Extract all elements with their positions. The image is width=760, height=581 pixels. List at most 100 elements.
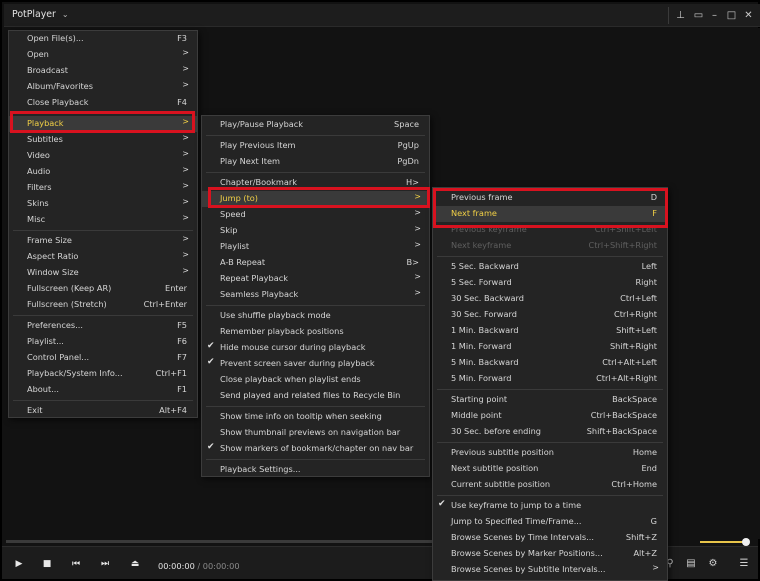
menu-item-shortcut: Right xyxy=(635,277,657,287)
menu-item-browse-scenes-by-marker-positions[interactable]: Browse Scenes by Marker Positions... Alt+… xyxy=(433,546,667,562)
menu-item-5-sec-backward[interactable]: 5 Sec. Backward Left xyxy=(433,259,667,275)
menu-item-exit[interactable]: Exit Alt+F4 xyxy=(9,403,197,419)
menu-item-broadcast[interactable]: Broadcast > xyxy=(9,63,197,79)
menu-item-close-playback-when-playlist-ends[interactable]: Close playback when playlist ends xyxy=(202,372,429,388)
gear-icon[interactable]: ⚙ xyxy=(706,557,720,571)
menu-item-playlist[interactable]: Playlist > xyxy=(202,239,429,255)
close-icon[interactable]: ✕ xyxy=(740,7,757,24)
menu-item-audio[interactable]: Audio > xyxy=(9,164,197,180)
menu-item-5-min-backward[interactable]: 5 Min. Backward Ctrl+Alt+Left xyxy=(433,355,667,371)
menu-item-30-sec-backward[interactable]: 30 Sec. Backward Ctrl+Left xyxy=(433,291,667,307)
maximize-icon[interactable]: □ xyxy=(723,7,740,24)
context-menu-main: Open File(s)... F3 Open > Broadcast > Album/Fa… xyxy=(8,30,198,418)
menu-item-skins[interactable]: Skins > xyxy=(9,196,197,212)
menu-item-album-favorites[interactable]: Album/Favorites > xyxy=(9,79,197,95)
submenu-arrow-icon: > xyxy=(414,272,421,281)
menu-item-playback[interactable]: Playback > xyxy=(9,116,197,132)
menu-item-open[interactable]: Open > xyxy=(9,47,197,63)
title-bar[interactable]: PotPlayer ⌄ ⊥ ▭ – □ ✕ xyxy=(4,4,760,27)
menu-item-prevent-screen-saver-during-playback[interactable]: ✔ Prevent screen saver during playback xyxy=(202,356,429,372)
menu-item-hide-mouse-cursor-during-playback[interactable]: ✔ Hide mouse cursor during playback xyxy=(202,340,429,356)
menu-item-middle-point[interactable]: Middle point Ctrl+BackSpace xyxy=(433,408,667,424)
menu-item-seamless-playback[interactable]: Seamless Playback > xyxy=(202,287,429,303)
menu-item-1-min-backward[interactable]: 1 Min. Backward Shift+Left xyxy=(433,323,667,339)
menu-item-playback-settings[interactable]: Playback Settings... xyxy=(202,462,429,478)
menu-item-window-size[interactable]: Window Size > xyxy=(9,265,197,281)
menu-item-speed[interactable]: Speed > xyxy=(202,207,429,223)
app-menu-button[interactable]: PotPlayer ⌄ xyxy=(12,9,69,20)
menu-item-subtitles[interactable]: Subtitles > xyxy=(9,132,197,148)
menu-separator xyxy=(206,406,425,407)
menu-item-frame-size[interactable]: Frame Size > xyxy=(9,233,197,249)
volume-knob[interactable] xyxy=(742,538,750,546)
menu-item-play-pause-playback[interactable]: Play/Pause Playback Space xyxy=(202,117,429,133)
menu-item-browse-scenes-by-subtitle-intervals[interactable]: Browse Scenes by Subtitle Intervals... > xyxy=(433,562,667,578)
minimize-icon[interactable]: – xyxy=(706,7,723,24)
menu-item-30-sec-before-ending[interactable]: 30 Sec. before ending Shift+BackSpace xyxy=(433,424,667,440)
menu-item-show-markers-of-bookmark-chapter-on-nav-bar[interactable]: ✔ Show markers of bookmark/chapter on nav… xyxy=(202,441,429,457)
stop-button[interactable]: ■ xyxy=(38,555,56,573)
menu-item-play-previous-item[interactable]: Play Previous Item PgUp xyxy=(202,138,429,154)
menu-item-previous-subtitle-position[interactable]: Previous subtitle position Home xyxy=(433,445,667,461)
menu-item-label: Chapter/Bookmark xyxy=(220,177,297,187)
menu-item-preferences[interactable]: Preferences... F5 xyxy=(9,318,197,334)
menu-item-label: Frame Size xyxy=(27,235,72,245)
menu-item-about[interactable]: About... F1 xyxy=(9,382,197,398)
playlist-icon[interactable]: ☰ xyxy=(737,557,751,571)
subtitle-icon[interactable]: ▤ xyxy=(684,557,698,571)
menu-item-show-thumbnail-previews-on-navigation-bar[interactable]: Show thumbnail previews on navigation ba… xyxy=(202,425,429,441)
menu-item-video[interactable]: Video > xyxy=(9,148,197,164)
menu-item-next-subtitle-position[interactable]: Next subtitle position End xyxy=(433,461,667,477)
menu-item-use-keyframe-to-jump-to-a-time[interactable]: ✔ Use keyframe to jump to a time xyxy=(433,498,667,514)
menu-item-fullscreen-keep-ar[interactable]: Fullscreen (Keep AR) Enter xyxy=(9,281,197,297)
menu-item-show-time-info-on-tooltip-when-seeking[interactable]: Show time info on tooltip when seeking xyxy=(202,409,429,425)
menu-item-shortcut: Ctrl+F1 xyxy=(155,368,187,378)
menu-item-playback-system-info[interactable]: Playback/System Info... Ctrl+F1 xyxy=(9,366,197,382)
volume-slider[interactable] xyxy=(700,541,746,543)
menu-item-label: 1 Min. Forward xyxy=(451,341,512,351)
menu-item-skip[interactable]: Skip > xyxy=(202,223,429,239)
menu-item-label: Skip xyxy=(220,225,238,235)
menu-item-label: Playback xyxy=(27,118,64,128)
menu-item-a-b-repeat[interactable]: A-B Repeat B> xyxy=(202,255,429,271)
menu-item-5-sec-forward[interactable]: 5 Sec. Forward Right xyxy=(433,275,667,291)
menu-item-use-shuffle-playback-mode[interactable]: Use shuffle playback mode xyxy=(202,308,429,324)
menu-item-control-panel[interactable]: Control Panel... F7 xyxy=(9,350,197,366)
menu-item-chapter-bookmark[interactable]: Chapter/Bookmark H> xyxy=(202,175,429,191)
menu-item-remember-playback-positions[interactable]: Remember playback positions xyxy=(202,324,429,340)
menu-item-misc[interactable]: Misc > xyxy=(9,212,197,228)
menu-item-fullscreen-stretch[interactable]: Fullscreen (Stretch) Ctrl+Enter xyxy=(9,297,197,313)
eject-button[interactable]: ⏏ xyxy=(126,555,144,573)
menu-item-current-subtitle-position[interactable]: Current subtitle position Ctrl+Home xyxy=(433,477,667,493)
menu-item-filters[interactable]: Filters > xyxy=(9,180,197,196)
menu-item-shortcut: D xyxy=(650,192,657,202)
menu-item-open-file-s[interactable]: Open File(s)... F3 xyxy=(9,31,197,47)
menu-item-close-playback[interactable]: Close Playback F4 xyxy=(9,95,197,111)
menu-item-playlist[interactable]: Playlist... F6 xyxy=(9,334,197,350)
menu-item-send-played-and-related-files-to-recycle-bin[interactable]: Send played and related files to Recycle… xyxy=(202,388,429,404)
menu-item-label: 1 Min. Backward xyxy=(451,325,519,335)
menu-item-5-min-forward[interactable]: 5 Min. Forward Ctrl+Alt+Right xyxy=(433,371,667,387)
compact-mode-icon[interactable]: ▭ xyxy=(690,7,707,24)
menu-item-label: Aspect Ratio xyxy=(27,251,79,261)
menu-item-next-frame[interactable]: Next frame F xyxy=(433,206,667,222)
previous-button[interactable]: ⏮ xyxy=(67,555,85,573)
menu-item-jump-to-specified-time-frame[interactable]: Jump to Specified Time/Frame... G xyxy=(433,514,667,530)
menu-item-1-min-forward[interactable]: 1 Min. Forward Shift+Right xyxy=(433,339,667,355)
menu-item-jump-to[interactable]: Jump (to) > xyxy=(202,191,429,207)
menu-item-aspect-ratio[interactable]: Aspect Ratio > xyxy=(9,249,197,265)
menu-item-repeat-playback[interactable]: Repeat Playback > xyxy=(202,271,429,287)
pin-icon[interactable]: ⊥ xyxy=(672,7,689,24)
menu-item-label: Browse Scenes by Marker Positions... xyxy=(451,548,603,558)
menu-item-30-sec-forward[interactable]: 30 Sec. Forward Ctrl+Right xyxy=(433,307,667,323)
submenu-arrow-icon: > xyxy=(182,80,189,89)
menu-item-shortcut: Ctrl+Left xyxy=(620,293,657,303)
menu-item-starting-point[interactable]: Starting point BackSpace xyxy=(433,392,667,408)
menu-item-label: Show markers of bookmark/chapter on nav … xyxy=(220,443,414,453)
submenu-arrow-icon: > xyxy=(182,266,189,275)
play-button[interactable]: ▶ xyxy=(10,555,28,573)
menu-item-browse-scenes-by-time-intervals[interactable]: Browse Scenes by Time Intervals... Shift+… xyxy=(433,530,667,546)
menu-item-play-next-item[interactable]: Play Next Item PgDn xyxy=(202,154,429,170)
next-button[interactable]: ⏭ xyxy=(96,555,114,573)
menu-item-previous-frame[interactable]: Previous frame D xyxy=(433,190,667,206)
